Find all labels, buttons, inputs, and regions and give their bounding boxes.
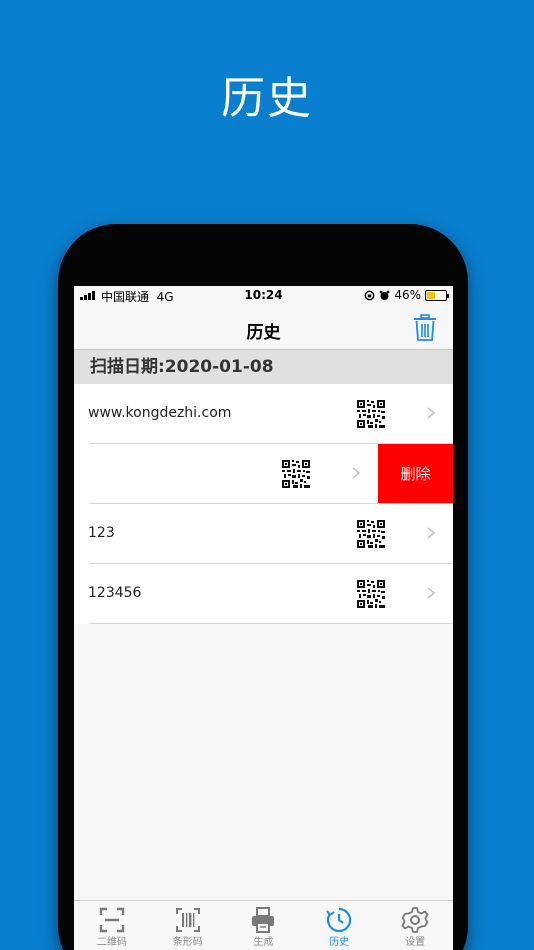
chevron-right-icon	[427, 587, 436, 599]
list-item-text: www.kongdezhi.com	[88, 405, 232, 421]
delete-button[interactable]: 删除	[378, 444, 453, 504]
chevron-right-icon	[352, 467, 361, 479]
tab-generate[interactable]: 生成	[226, 901, 302, 950]
qr-code-icon	[282, 460, 310, 488]
gear-icon	[401, 907, 429, 933]
tab-label: 条形码	[172, 937, 203, 948]
tab-qr-code[interactable]: 二维码	[74, 901, 150, 950]
rotation-lock-icon	[364, 290, 375, 300]
barcode-scan-icon	[175, 908, 200, 932]
chevron-right-icon	[427, 407, 436, 419]
row-divider	[90, 623, 453, 624]
list-item[interactable]: 123456	[74, 564, 453, 624]
history-list: www.kongdezhi.com 删除 123 123456	[74, 384, 453, 624]
chevron-right-icon	[427, 527, 436, 539]
qr-scan-icon	[99, 907, 125, 933]
history-clock-icon	[326, 907, 352, 933]
trash-icon[interactable]	[413, 314, 437, 342]
tab-label: 生成	[253, 937, 274, 948]
tab-barcode[interactable]: 条形码	[150, 901, 226, 950]
app-screen: 中国联通 4G 10:24 46% 历史 扫描日期:2020-01-08 www…	[74, 286, 453, 950]
status-bar: 中国联通 4G 10:24 46%	[74, 286, 453, 306]
qr-code-icon	[357, 400, 385, 428]
tab-label: 二维码	[96, 937, 127, 948]
list-item-text: 123456	[88, 585, 142, 601]
tab-history[interactable]: 历史	[301, 901, 377, 950]
alarm-icon	[379, 290, 390, 300]
tab-settings[interactable]: 设置	[377, 901, 453, 950]
battery-percent: 46%	[394, 288, 421, 302]
list-item[interactable]: 123	[74, 504, 453, 564]
tab-label: 设置	[405, 937, 426, 948]
tab-bar: 二维码 条形码 生成 历史 设置	[74, 900, 453, 950]
navigation-bar: 历史	[74, 306, 453, 350]
tab-label: 历史	[329, 937, 350, 948]
list-item[interactable]: www.kongdezhi.com	[74, 384, 453, 444]
printer-icon	[252, 907, 275, 933]
battery-fill	[427, 291, 435, 299]
battery-icon	[425, 289, 449, 301]
list-item-swiped[interactable]: 删除	[74, 444, 453, 504]
status-indicators: 46%	[364, 288, 449, 302]
list-item-text: 123	[88, 525, 115, 541]
banner-title: 历史	[221, 73, 313, 124]
qr-code-icon	[357, 580, 385, 608]
section-header-scan-date: 扫描日期:2020-01-08	[74, 350, 453, 384]
qr-code-icon	[357, 520, 385, 548]
page-title: 历史	[246, 323, 281, 343]
